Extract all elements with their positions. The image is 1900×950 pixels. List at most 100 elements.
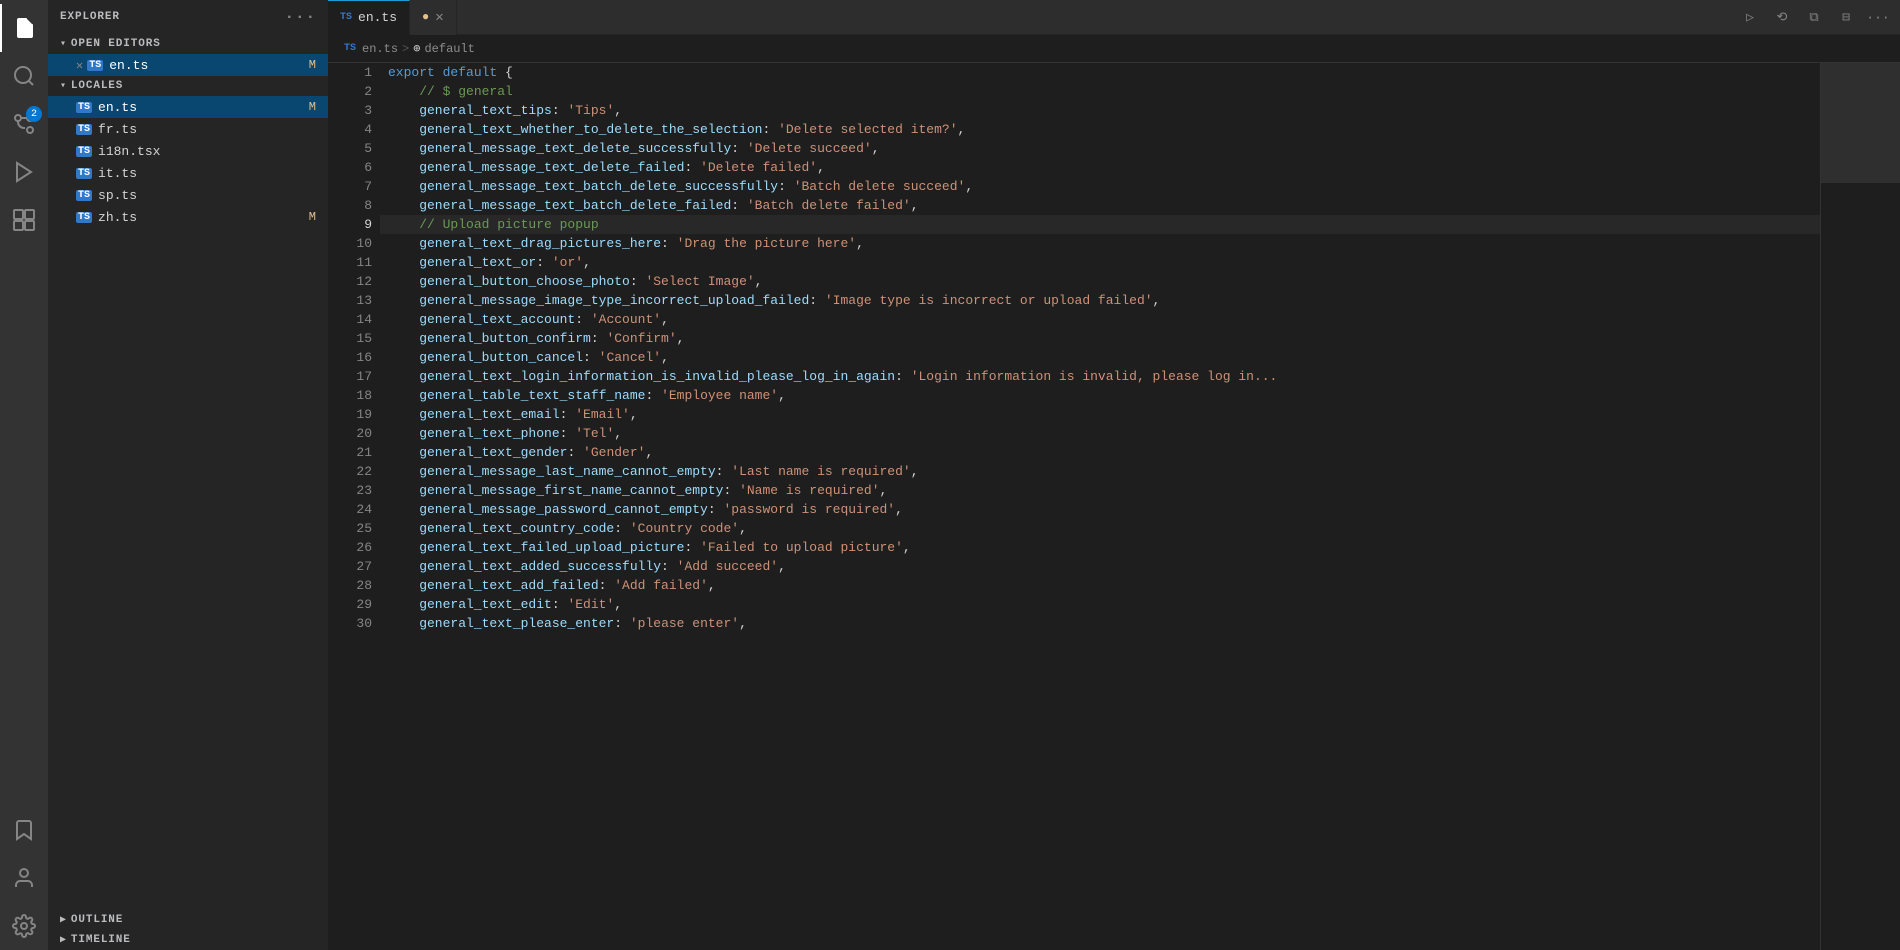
line-number: 13 — [328, 291, 372, 310]
source-control-icon[interactable]: 2 — [0, 100, 48, 148]
locale-file-en-ts[interactable]: TS en.ts M — [48, 96, 328, 118]
modified-badge: M — [309, 58, 316, 72]
timeline-section[interactable]: ▶ TIMELINE — [48, 930, 328, 950]
editor-area: 1234567891011121314151617181920212223242… — [328, 63, 1900, 950]
locale-file-sp-ts[interactable]: TS sp.ts — [48, 184, 328, 206]
breadcrumb-file[interactable]: en.ts — [362, 42, 398, 56]
code-line[interactable]: // $ general — [380, 82, 1820, 101]
locale-file-it-ts[interactable]: TS it.ts — [48, 162, 328, 184]
open-editors-section[interactable]: ▾ OPEN EDITORS — [48, 34, 328, 54]
code-token: 'Tips' — [567, 101, 614, 120]
line-number: 24 — [328, 500, 372, 519]
code-token: 'Add succeed' — [677, 557, 778, 576]
code-token: : — [583, 348, 599, 367]
code-token: general_message_text_batch_delete_succes… — [388, 177, 778, 196]
code-line[interactable]: general_text_whether_to_delete_the_selec… — [380, 120, 1820, 139]
extensions-icon[interactable] — [0, 196, 48, 244]
code-token: general_text_drag_pictures_here — [388, 234, 661, 253]
code-token: , — [911, 462, 919, 481]
close-file-icon[interactable]: ✕ — [76, 58, 83, 73]
code-line[interactable]: general_text_edit: 'Edit', — [380, 595, 1820, 614]
tab-en-ts[interactable]: TS en.ts — [328, 0, 410, 35]
split-action-btn[interactable]: ⧉ — [1800, 3, 1828, 31]
locales-section[interactable]: ▾ LOCALES — [48, 76, 328, 96]
code-line[interactable]: general_message_password_cannot_empty: '… — [380, 500, 1820, 519]
code-token: 'Login information is invalid, please lo… — [911, 367, 1278, 386]
code-line[interactable]: general_text_phone: 'Tel', — [380, 424, 1820, 443]
bookmarks-icon[interactable] — [0, 806, 48, 854]
locale-file-label: i18n.tsx — [98, 144, 160, 159]
code-line[interactable]: general_text_add_failed: 'Add failed', — [380, 576, 1820, 595]
code-token: // Upload picture popup — [388, 215, 599, 234]
locale-file-fr-ts[interactable]: TS fr.ts — [48, 118, 328, 140]
code-line[interactable]: general_message_last_name_cannot_empty: … — [380, 462, 1820, 481]
outline-section[interactable]: ▶ OUTLINE — [48, 910, 328, 930]
code-token: general_message_last_name_cannot_empty — [388, 462, 716, 481]
code-content[interactable]: export default { // $ general general_te… — [380, 63, 1820, 950]
run-icon[interactable] — [0, 148, 48, 196]
line-number: 12 — [328, 272, 372, 291]
line-number: 25 — [328, 519, 372, 538]
code-line[interactable]: general_message_text_batch_delete_succes… — [380, 177, 1820, 196]
code-token: general_text_edit — [388, 595, 552, 614]
tab-label: en.ts — [358, 10, 397, 25]
locale-file-zh-ts[interactable]: TS zh.ts M — [48, 206, 328, 228]
more-action-btn[interactable]: ··· — [1864, 3, 1892, 31]
code-token: // $ general — [388, 82, 513, 101]
history-action-btn[interactable]: ⟲ — [1768, 3, 1796, 31]
layout-action-btn[interactable]: ⊟ — [1832, 3, 1860, 31]
code-token: general_message_text_delete_failed — [388, 158, 684, 177]
code-line[interactable]: general_text_failed_upload_picture: 'Fai… — [380, 538, 1820, 557]
code-token: , — [911, 196, 919, 215]
code-line[interactable]: general_text_please_enter: 'please enter… — [380, 614, 1820, 633]
code-line[interactable]: general_message_text_delete_failed: 'Del… — [380, 158, 1820, 177]
code-token: 'Tel' — [575, 424, 614, 443]
open-file-en-ts[interactable]: ✕ TS en.ts M — [48, 54, 328, 76]
run-action-btn[interactable]: ▷ — [1736, 3, 1764, 31]
line-number: 5 — [328, 139, 372, 158]
breadcrumb-symbol[interactable]: default — [424, 42, 474, 56]
code-line[interactable]: general_text_or: 'or', — [380, 253, 1820, 272]
search-icon[interactable] — [0, 52, 48, 100]
code-token: general_message_password_cannot_empty — [388, 500, 708, 519]
code-token: , — [856, 234, 864, 253]
code-line[interactable]: // Upload picture popup — [380, 215, 1820, 234]
code-line[interactable]: export default { — [380, 63, 1820, 82]
breadcrumb-ts-badge: TS — [344, 43, 356, 54]
ts-icon: TS — [76, 146, 92, 157]
code-token: general_text_please_enter — [388, 614, 614, 633]
code-line[interactable]: general_text_tips: 'Tips', — [380, 101, 1820, 120]
code-line[interactable]: general_text_account: 'Account', — [380, 310, 1820, 329]
tab-close-btn[interactable]: ✕ — [435, 9, 443, 26]
outline-chevron: ▶ — [60, 914, 67, 926]
code-line[interactable]: general_text_gender: 'Gender', — [380, 443, 1820, 462]
line-number: 9 — [328, 215, 372, 234]
code-line[interactable]: general_text_added_successfully: 'Add su… — [380, 557, 1820, 576]
account-icon[interactable] — [0, 854, 48, 902]
tab-modified[interactable]: ● ✕ — [410, 0, 457, 35]
activity-bar: 2 — [0, 0, 48, 950]
code-line[interactable]: general_button_confirm: 'Confirm', — [380, 329, 1820, 348]
ts-icon: TS — [76, 102, 92, 113]
code-token: general_button_confirm — [388, 329, 591, 348]
locale-file-i18n-tsx[interactable]: TS i18n.tsx — [48, 140, 328, 162]
code-line[interactable]: general_table_text_staff_name: 'Employee… — [380, 386, 1820, 405]
code-line[interactable]: general_text_login_information_is_invali… — [380, 367, 1820, 386]
code-token: : — [708, 500, 724, 519]
line-number: 7 — [328, 177, 372, 196]
code-line[interactable]: general_button_cancel: 'Cancel', — [380, 348, 1820, 367]
code-token: : — [552, 101, 568, 120]
code-line[interactable]: general_message_text_batch_delete_failed… — [380, 196, 1820, 215]
code-line[interactable]: general_text_drag_pictures_here: 'Drag t… — [380, 234, 1820, 253]
code-line[interactable]: general_message_image_type_incorrect_upl… — [380, 291, 1820, 310]
code-line[interactable]: general_message_first_name_cannot_empty:… — [380, 481, 1820, 500]
code-line[interactable]: general_button_choose_photo: 'Select Ima… — [380, 272, 1820, 291]
explorer-menu[interactable]: ··· — [285, 8, 316, 26]
files-icon[interactable] — [0, 4, 48, 52]
code-line[interactable]: general_text_country_code: 'Country code… — [380, 519, 1820, 538]
code-line[interactable]: general_message_text_delete_successfully… — [380, 139, 1820, 158]
settings-icon[interactable] — [0, 902, 48, 950]
code-line[interactable]: general_text_email: 'Email', — [380, 405, 1820, 424]
code-token: 'Delete selected item?' — [778, 120, 957, 139]
line-number: 27 — [328, 557, 372, 576]
